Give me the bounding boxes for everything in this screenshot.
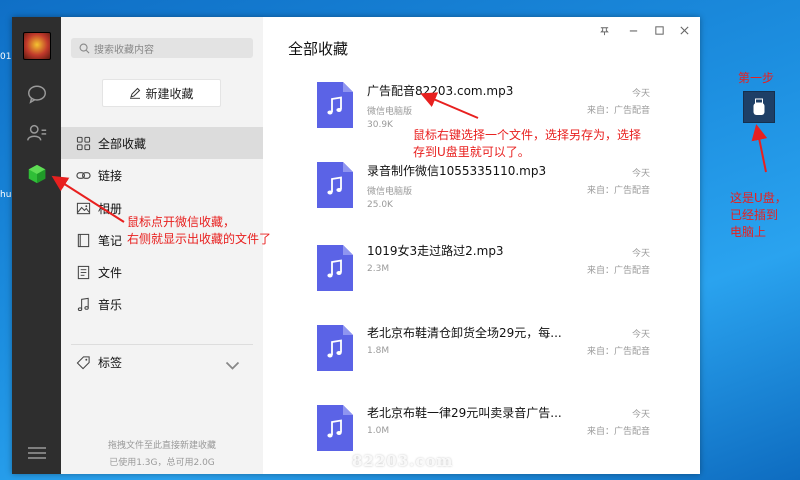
file-size: 2.3M	[367, 264, 390, 274]
page-title: 全部收藏	[288, 40, 349, 58]
link-icon	[76, 171, 91, 179]
file-source: 来自：广告配音	[586, 266, 650, 276]
maximize-icon[interactable]	[652, 23, 666, 37]
annotation-left: 鼠标点开微信收藏， 右侧就显示出收藏的文件了	[127, 214, 271, 248]
image-icon	[76, 202, 91, 214]
sidebar-item-all[interactable]: 全部收藏	[61, 127, 263, 159]
chat-icon[interactable]	[25, 82, 49, 106]
file-size: 1.8M	[367, 346, 390, 356]
pencil-icon	[130, 87, 141, 99]
sidebar-item-label: 笔记	[98, 233, 123, 248]
file-name: 老北京布鞋清仓卸货全场29元，每...	[367, 326, 562, 340]
file-source: 来自：广告配音	[586, 347, 650, 357]
file-source: 来自：广告配音	[586, 186, 650, 196]
note-icon	[77, 233, 90, 247]
favorites-cube-icon[interactable]	[25, 162, 49, 186]
file-item[interactable]: 老北京布鞋清仓卸货全场29元，每... 1.8M 今天 来自：广告配音	[263, 317, 700, 395]
wechat-window: 搜索收藏内容 新建收藏 全部收藏 链接 相册 笔记 文件 音乐 标签 拖拽文件至…	[12, 17, 700, 474]
annotation-right-line2: 存到U盘里就可以了。	[413, 145, 530, 159]
annotation-right-line1: 鼠标右键选择一个文件，选择另存为，选择	[413, 128, 642, 142]
file-size: 30.9K	[367, 120, 393, 130]
audio-file-icon	[317, 325, 353, 371]
file-name: 1019女3走过路过2.mp3	[367, 244, 504, 258]
file-size: 25.0K	[367, 200, 393, 210]
file-time: 今天	[631, 410, 650, 420]
file-size: 1.0M	[367, 426, 390, 436]
arrow-to-usb	[751, 124, 768, 173]
sidebar-item-files[interactable]: 文件	[61, 256, 263, 288]
search-input[interactable]: 搜索收藏内容	[71, 38, 253, 58]
close-icon[interactable]	[677, 23, 691, 37]
storage-usage: 已使用1.3G，总可用2.0G	[109, 458, 215, 468]
sidebar-item-label: 全部收藏	[98, 136, 147, 151]
sidebar-item-tags[interactable]: 标签	[61, 346, 263, 378]
file-subtitle: 微信电脑版	[367, 107, 413, 117]
usb-note-line3: 电脑上	[730, 225, 767, 239]
sidebar-item-label: 标签	[98, 355, 123, 370]
file-name: 录音制作微信1055335110.mp3	[367, 164, 547, 178]
search-placeholder: 搜索收藏内容	[94, 44, 154, 56]
step-label: 第一步	[738, 71, 775, 85]
desktop-text: hu	[0, 190, 12, 200]
minimize-icon[interactable]	[626, 23, 640, 37]
file-subtitle: 微信电脑版	[367, 187, 413, 197]
watermark: 82203.com	[352, 452, 454, 470]
annotation-right: 鼠标右键选择一个文件，选择另存为，选择 存到U盘里就可以了。	[413, 127, 641, 161]
file-time: 今天	[631, 249, 650, 259]
usb-note-line2: 已经插到	[730, 208, 779, 222]
file-name: 广告配音82203.com.mp3	[367, 84, 514, 98]
new-favorite-label: 新建收藏	[145, 86, 194, 101]
usb-drive-icon[interactable]	[743, 91, 775, 123]
favorites-main: 全部收藏 广告配音82203.com.mp3 微信电脑版 30.9K 今天 来自…	[263, 17, 700, 474]
menu-icon[interactable]	[27, 445, 47, 461]
file-icon	[77, 265, 90, 279]
tag-icon	[76, 355, 90, 369]
sidebar-divider	[71, 344, 253, 345]
audio-file-icon	[317, 82, 353, 128]
avatar[interactable]	[23, 32, 51, 60]
usb-note-line1: 这是U盘，	[730, 191, 787, 205]
chevron-down-icon[interactable]	[225, 358, 240, 373]
file-name: 老北京布鞋一律29元叫卖录音广告...	[367, 406, 562, 420]
sidebar-item-label: 文件	[98, 265, 123, 280]
search-icon	[79, 43, 90, 53]
sidebar-item-label: 音乐	[98, 297, 123, 312]
file-time: 今天	[631, 330, 650, 340]
audio-file-icon	[317, 162, 353, 208]
file-time: 今天	[631, 169, 650, 179]
sidebar-item-music[interactable]: 音乐	[61, 288, 263, 320]
audio-file-icon	[317, 405, 353, 451]
grid-icon	[76, 136, 91, 150]
file-time: 今天	[631, 89, 650, 99]
file-source: 来自：广告配音	[586, 106, 650, 116]
music-icon	[77, 297, 89, 311]
annotation-left-line1: 鼠标点开微信收藏，	[127, 215, 236, 229]
icon-bar	[12, 17, 61, 474]
annotation-left-line2: 右侧就显示出收藏的文件了	[127, 232, 272, 246]
pin-icon[interactable]	[597, 23, 611, 37]
file-item[interactable]: 1019女3走过路过2.mp3 2.3M 今天 来自：广告配音	[263, 237, 700, 315]
sidebar-item-label: 链接	[98, 168, 123, 183]
audio-file-icon	[317, 245, 353, 291]
usb-note: 这是U盘， 已经插到 电脑上	[730, 190, 787, 241]
sidebar-item-links[interactable]: 链接	[61, 159, 263, 191]
contacts-icon[interactable]	[25, 121, 49, 145]
file-item[interactable]: 老北京布鞋一律29元叫卖录音广告... 1.0M 今天 来自：广告配音	[263, 397, 700, 474]
file-source: 来自：广告配音	[586, 427, 650, 437]
drag-hint: 拖拽文件至此直接新建收藏	[107, 441, 216, 451]
file-item[interactable]: 录音制作微信1055335110.mp3 微信电脑版 25.0K 今天 来自：广…	[263, 157, 700, 235]
sidebar-item-label: 相册	[98, 201, 123, 216]
new-favorite-button[interactable]: 新建收藏	[102, 79, 221, 107]
